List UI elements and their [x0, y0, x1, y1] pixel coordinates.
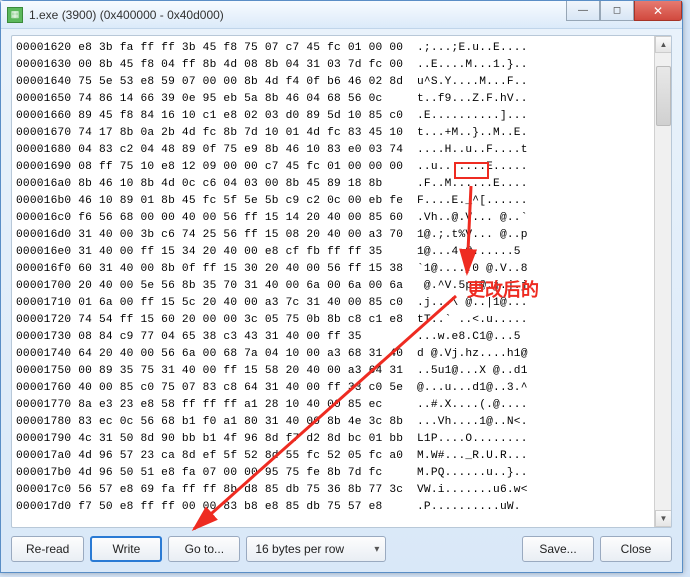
goto-button[interactable]: Go to... — [168, 536, 240, 562]
close-button[interactable]: Close — [600, 536, 672, 562]
window: ▦ 1.exe (3900) (0x400000 - 0x40d000) — ◻… — [0, 0, 683, 573]
hex-viewer: 00001620 e8 3b fa ff ff 3b 45 f8 75 07 c… — [11, 35, 672, 528]
app-icon: ▦ — [7, 7, 23, 23]
scroll-up-button[interactable]: ▲ — [655, 36, 672, 53]
save-button[interactable]: Save... — [522, 536, 594, 562]
window-controls: — ◻ ✕ — [566, 1, 682, 21]
maximize-button[interactable]: ◻ — [600, 1, 634, 21]
scroll-thumb[interactable] — [656, 66, 671, 126]
minimize-button[interactable]: — — [566, 1, 600, 21]
write-button[interactable]: Write — [90, 536, 162, 562]
close-window-button[interactable]: ✕ — [634, 1, 682, 21]
bytes-per-row-select[interactable]: 16 bytes per row — [246, 536, 386, 562]
window-title: 1.exe (3900) (0x400000 - 0x40d000) — [29, 8, 224, 22]
toolbar: Re-read Write Go to... 16 bytes per row … — [11, 534, 672, 564]
titlebar: ▦ 1.exe (3900) (0x400000 - 0x40d000) — ◻… — [1, 1, 682, 29]
scroll-down-button[interactable]: ▼ — [655, 510, 672, 527]
reread-button[interactable]: Re-read — [11, 536, 84, 562]
hex-dump[interactable]: 00001620 e8 3b fa ff ff 3b 45 f8 75 07 c… — [12, 36, 671, 520]
vertical-scrollbar[interactable]: ▲ ▼ — [654, 36, 671, 527]
